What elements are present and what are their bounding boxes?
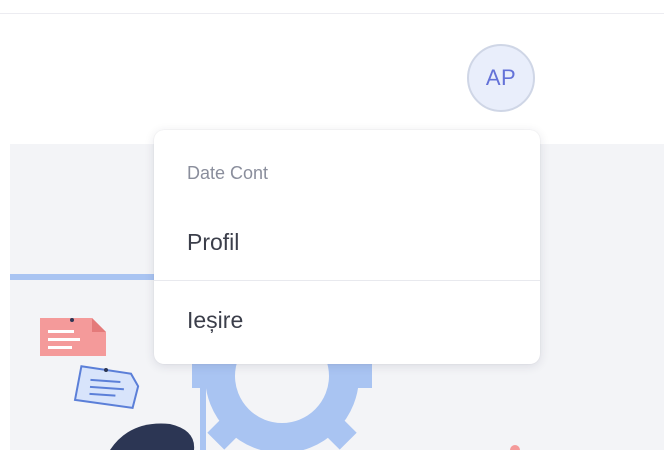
menu-item-logout[interactable]: Ieșire [154,290,540,350]
document-icon [40,318,106,356]
top-bar [0,14,664,144]
menu-item-label: Ieșire [187,306,244,333]
person-figure [110,423,195,450]
avatar-initials: AP [485,65,517,90]
menu-item-label: Profil [187,228,240,255]
dropdown-divider [154,280,540,281]
page: AP Date Cont Profil Ieșire [0,0,664,450]
document-icon [73,365,140,410]
illustration-dot [510,445,520,450]
account-dropdown-menu: Date Cont Profil Ieșire [154,130,540,364]
menu-item-profile[interactable]: Profil [154,212,540,272]
user-avatar[interactable]: AP [467,44,535,112]
top-divider [0,13,664,14]
dropdown-header: Date Cont [187,163,269,183]
